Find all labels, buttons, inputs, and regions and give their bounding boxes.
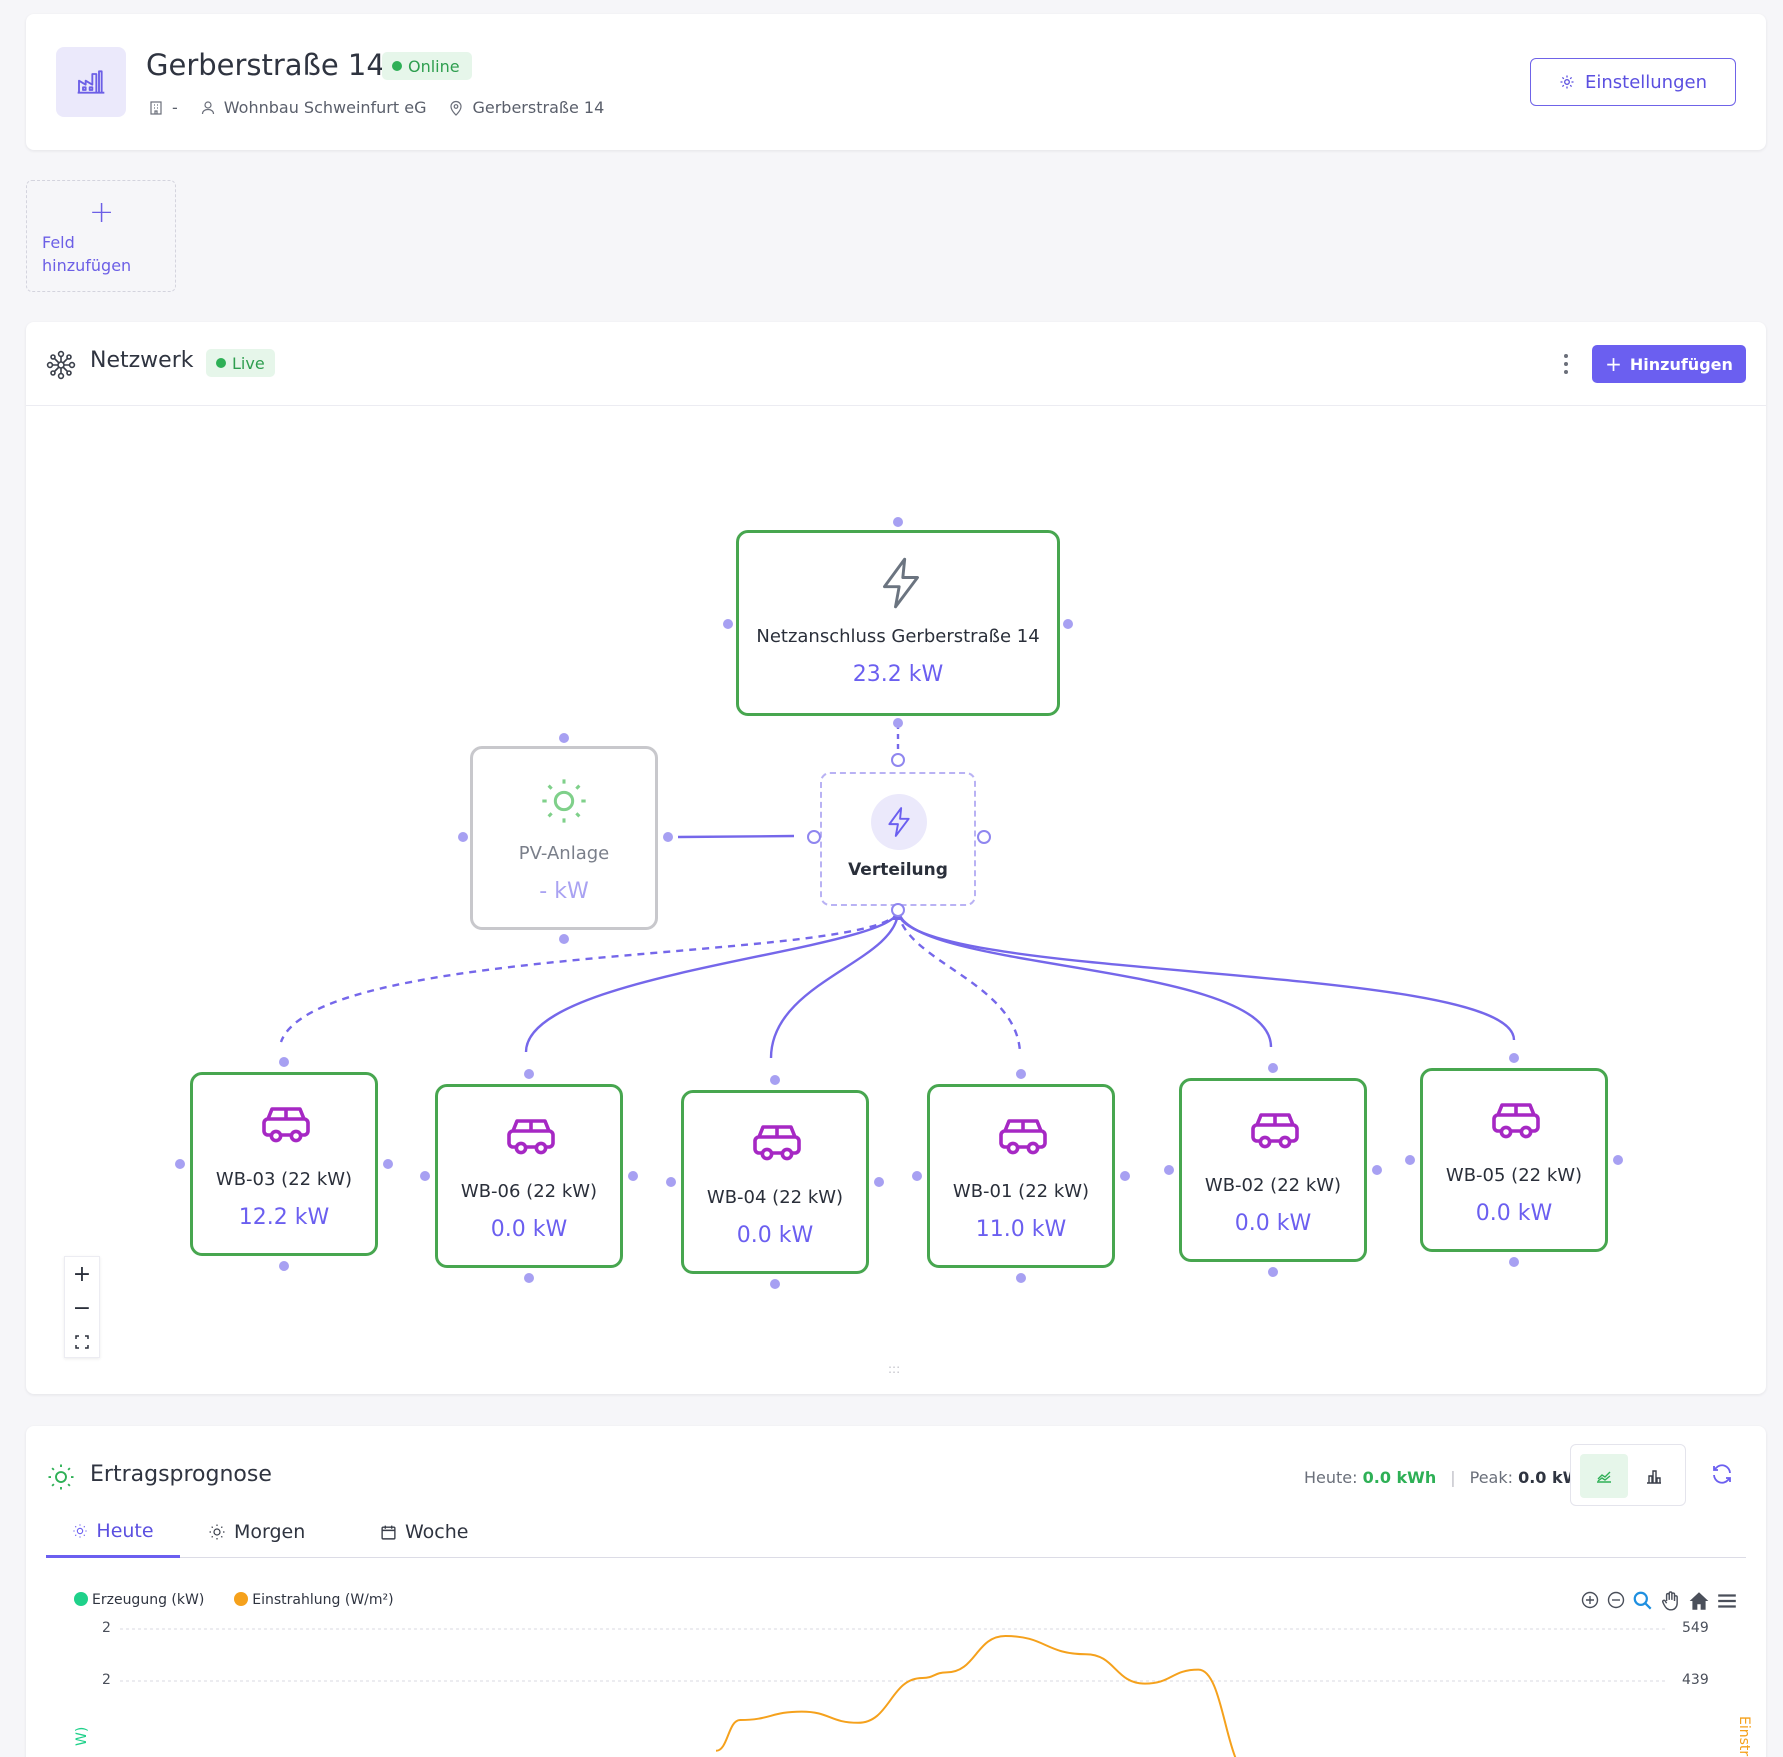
connection-handle[interactable] bbox=[628, 1171, 638, 1181]
sun-icon bbox=[542, 779, 586, 823]
car-icon bbox=[1249, 1109, 1301, 1155]
grid-connection-node[interactable]: Netzanschluss Gerberstraße 14 23.2 kW bbox=[736, 530, 1060, 716]
charger-label: WB-06 (22 kW) bbox=[460, 1181, 598, 1202]
charger-value: 0.0 kW bbox=[1234, 1211, 1312, 1236]
charger-node[interactable]: WB-03 (22 kW) 12.2 kW bbox=[190, 1072, 378, 1256]
edge-wb02 bbox=[896, 911, 1273, 1048]
add-field-label: Feld hinzufügen bbox=[42, 233, 132, 275]
grid-node-label: Netzanschluss Gerberstraße 14 bbox=[756, 626, 1040, 647]
charger-node[interactable]: WB-05 (22 kW) 0.0 kW bbox=[1420, 1068, 1608, 1252]
edge-wb03 bbox=[279, 911, 900, 1043]
connection-handle[interactable] bbox=[1509, 1053, 1519, 1063]
connection-handle[interactable] bbox=[1613, 1155, 1623, 1165]
lightning-icon bbox=[883, 557, 919, 609]
charger-node[interactable]: WB-04 (22 kW) 0.0 kW bbox=[681, 1090, 869, 1274]
connection-handle[interactable] bbox=[175, 1159, 185, 1169]
connection-handle[interactable] bbox=[1509, 1257, 1519, 1267]
connection-handle[interactable] bbox=[279, 1057, 289, 1067]
edge-wb05 bbox=[896, 911, 1516, 1041]
connection-handle[interactable] bbox=[770, 1279, 780, 1289]
zoom-out-button[interactable]: − bbox=[65, 1291, 99, 1325]
connection-handle[interactable] bbox=[1372, 1165, 1382, 1175]
charger-node[interactable]: WB-02 (22 kW) 0.0 kW bbox=[1179, 1078, 1367, 1262]
connection-handle[interactable] bbox=[874, 1177, 884, 1187]
connection-handle[interactable] bbox=[1016, 1069, 1026, 1079]
location-pin-icon bbox=[450, 100, 463, 116]
charger-value: 0.0 kW bbox=[736, 1223, 814, 1248]
distribution-node[interactable]: Verteilung bbox=[820, 772, 976, 906]
plus-icon: + bbox=[89, 195, 115, 230]
status-badge: Online bbox=[382, 52, 472, 80]
connection-handle[interactable] bbox=[420, 1171, 430, 1181]
charger-label: WB-02 (22 kW) bbox=[1204, 1175, 1342, 1196]
lightning-icon bbox=[871, 794, 927, 850]
pv-node[interactable]: PV-Anlage - kW bbox=[470, 746, 658, 930]
connection-handle[interactable] bbox=[666, 1177, 676, 1187]
zoom-controls: + − bbox=[64, 1256, 100, 1358]
resize-handle[interactable]: ::: bbox=[888, 1362, 900, 1376]
connection-handle[interactable] bbox=[1268, 1063, 1278, 1073]
connection-handle[interactable] bbox=[770, 1075, 780, 1085]
settings-button[interactable]: Einstellungen bbox=[1530, 58, 1736, 106]
add-field-button[interactable]: + Feld hinzufügen bbox=[26, 180, 176, 292]
car-icon bbox=[751, 1121, 803, 1167]
charger-value: 0.0 kW bbox=[490, 1217, 568, 1242]
charger-label: WB-03 (22 kW) bbox=[215, 1169, 353, 1190]
zoom-in-button[interactable]: + bbox=[65, 1257, 99, 1291]
forecast-chart bbox=[120, 1628, 1666, 1757]
address-value: Gerberstraße 14 bbox=[472, 98, 605, 117]
connection-handle[interactable] bbox=[383, 1159, 393, 1169]
connection-handle[interactable] bbox=[1120, 1171, 1130, 1181]
charger-node[interactable]: WB-06 (22 kW) 0.0 kW bbox=[435, 1084, 623, 1268]
edge-pv-distribution bbox=[677, 834, 795, 839]
connection-handle[interactable] bbox=[524, 1273, 534, 1283]
charger-node[interactable]: WB-01 (22 kW) 11.0 kW bbox=[927, 1084, 1115, 1268]
site-header-card: Gerberstraße 14 Online - Wohnbau Schwein… bbox=[26, 14, 1766, 150]
connection-handle[interactable] bbox=[1405, 1155, 1415, 1165]
network-card: Netzwerk Live + Hinzufügen Netzanschluss… bbox=[26, 322, 1766, 1394]
car-icon bbox=[1490, 1099, 1542, 1145]
charger-value: 12.2 kW bbox=[238, 1205, 330, 1230]
connection-handle[interactable] bbox=[912, 1171, 922, 1181]
site-meta: - Wohnbau Schweinfurt eG Gerberstraße 14 bbox=[148, 98, 626, 117]
edge-wb06 bbox=[524, 911, 900, 1053]
page-title: Gerberstraße 14 bbox=[146, 48, 385, 82]
building-value: - bbox=[172, 98, 178, 117]
connection-handle[interactable] bbox=[1016, 1273, 1026, 1283]
owner-value: Wohnbau Schweinfurt eG bbox=[223, 98, 427, 117]
edge-wb01 bbox=[896, 911, 1022, 1053]
fit-view-button[interactable] bbox=[65, 1325, 99, 1359]
forecast-card: Ertragsprognose Heute: 0.0 kWh | Peak: 0… bbox=[26, 1426, 1766, 1757]
connection-handle[interactable] bbox=[279, 1261, 289, 1271]
charger-value: 11.0 kW bbox=[975, 1217, 1067, 1242]
car-icon bbox=[997, 1115, 1049, 1161]
charger-label: WB-05 (22 kW) bbox=[1445, 1165, 1583, 1186]
charger-label: WB-01 (22 kW) bbox=[952, 1181, 1090, 1202]
gear-icon bbox=[1560, 75, 1574, 89]
car-icon bbox=[260, 1103, 312, 1149]
distribution-node-label: Verteilung bbox=[848, 860, 948, 880]
charger-value: 0.0 kW bbox=[1475, 1201, 1553, 1226]
pv-node-label: PV-Anlage bbox=[518, 843, 610, 864]
charger-label: WB-04 (22 kW) bbox=[706, 1187, 844, 1208]
pv-node-value: - kW bbox=[539, 879, 589, 904]
connection-handle[interactable] bbox=[524, 1069, 534, 1079]
series-line-einstrahlung bbox=[715, 1634, 1237, 1757]
car-icon bbox=[505, 1115, 557, 1161]
connection-handle[interactable] bbox=[1268, 1267, 1278, 1277]
building-icon bbox=[150, 100, 162, 115]
fit-view-icon bbox=[75, 1335, 89, 1349]
connection-handle[interactable] bbox=[1164, 1165, 1174, 1175]
grid-node-value: 23.2 kW bbox=[852, 662, 944, 687]
user-icon bbox=[201, 100, 214, 114]
factory-icon bbox=[56, 47, 126, 117]
